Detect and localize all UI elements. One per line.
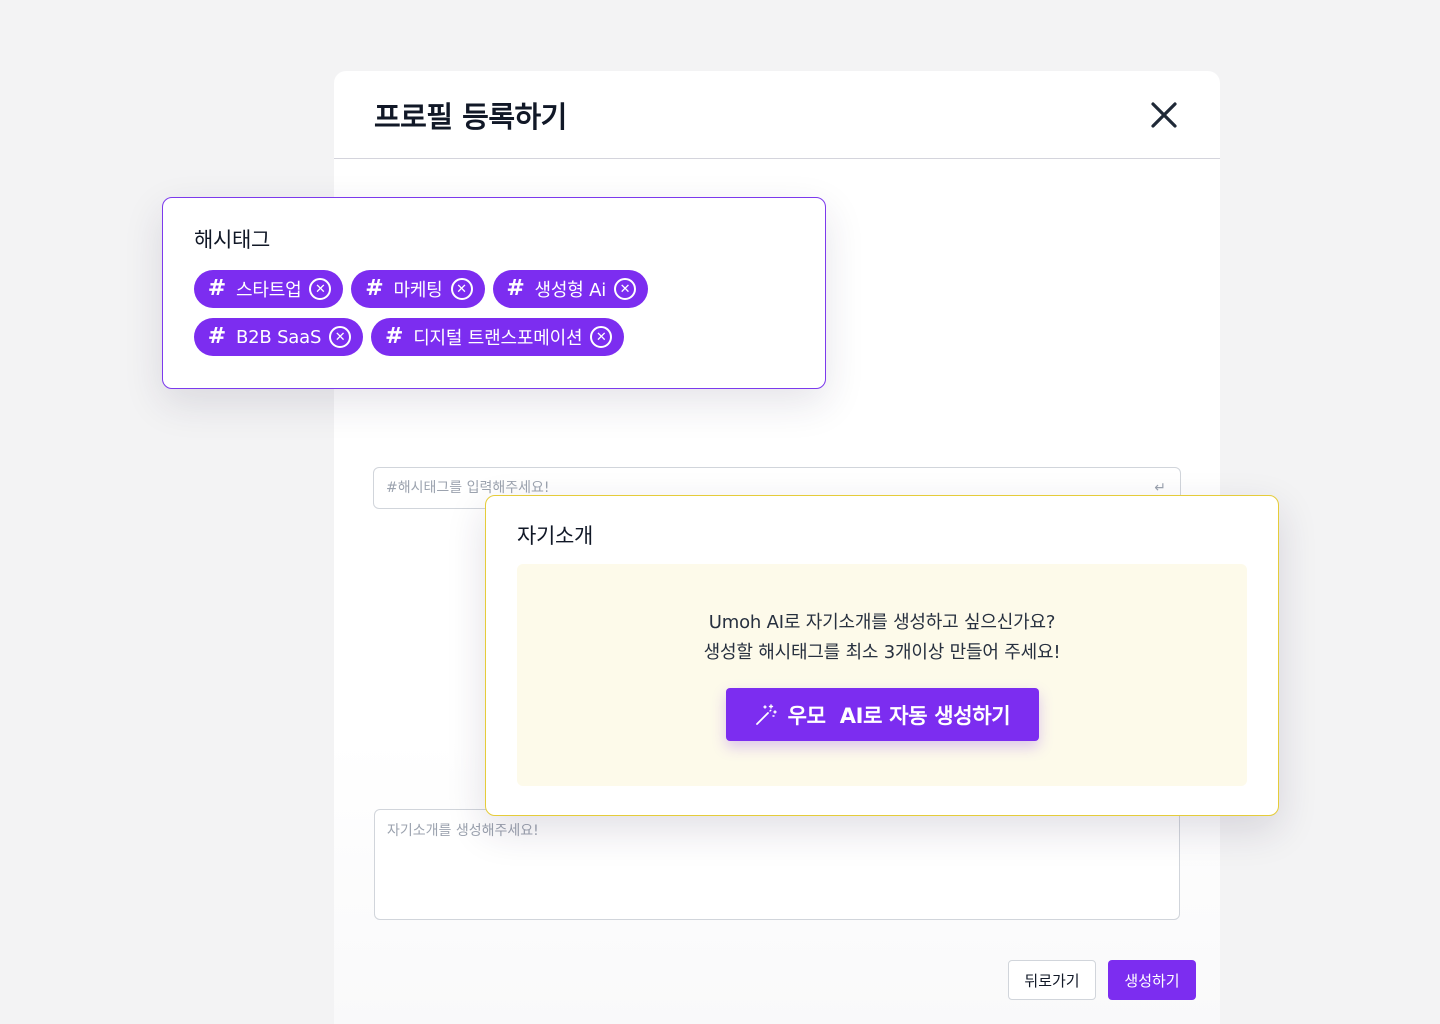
hashtag-card-title: 해시태그 xyxy=(194,228,271,252)
hashtag-chip[interactable]: # 생성형 Ai ✕ xyxy=(492,270,649,308)
ai-generate-label: 우모 AI로 자동 생성하기 xyxy=(787,703,1011,728)
close-icon[interactable] xyxy=(1148,99,1180,131)
hashtag-chip[interactable]: # B2B SaaS ✕ xyxy=(194,318,364,356)
intro-textarea[interactable] xyxy=(374,809,1180,920)
chip-row: # B2B SaaS ✕ # 디지털 트랜스포메이션 ✕ xyxy=(194,318,794,356)
back-button[interactable]: 뒤로가기 xyxy=(1008,960,1096,1000)
remove-chip-icon[interactable]: ✕ xyxy=(590,326,613,348)
hashtag-input[interactable] xyxy=(386,480,1106,496)
modal-header: 프로필 등록하기 xyxy=(334,71,1220,159)
modal-title: 프로필 등록하기 xyxy=(374,99,567,134)
ai-generate-button[interactable]: 우모 AI로 자동 생성하기 xyxy=(725,688,1039,741)
hash-icon: # xyxy=(207,324,227,349)
hashtag-chip[interactable]: # 스타트업 ✕ xyxy=(194,270,344,308)
hash-icon: # xyxy=(384,324,404,349)
enter-icon: ↵ xyxy=(1154,480,1166,496)
hash-icon: # xyxy=(365,276,384,301)
chip-label: 디지털 트랜스포메이션 xyxy=(413,328,583,349)
ai-prompt-line-1: Umoh AI로 자기소개를 생성하고 싶으신가요? xyxy=(708,612,1056,633)
remove-chip-icon[interactable]: ✕ xyxy=(614,278,637,300)
chip-label: B2B SaaS xyxy=(236,326,322,348)
ai-prompt-line-2: 생성할 해시태그를 최소 3개이상 만들어 주세요! xyxy=(703,642,1061,663)
remove-chip-icon[interactable]: ✕ xyxy=(450,278,473,300)
hash-icon: # xyxy=(207,276,227,301)
hashtag-card: 해시태그 # 스타트업 ✕ # 마케팅 ✕ # 생성형 Ai ✕ # B2B S… xyxy=(162,197,826,389)
magic-wand-icon xyxy=(755,703,777,725)
chip-label: 마케팅 xyxy=(393,280,443,301)
footer-buttons: 뒤로가기 생성하기 xyxy=(1008,960,1196,1000)
chip-label: 생성형 Ai xyxy=(534,280,607,301)
chip-label: 스타트업 xyxy=(236,280,302,301)
remove-chip-icon[interactable]: ✕ xyxy=(329,326,352,348)
chip-list: # 스타트업 ✕ # 마케팅 ✕ # 생성형 Ai ✕ # B2B SaaS ✕ xyxy=(194,270,794,356)
hashtag-chip[interactable]: # 마케팅 ✕ xyxy=(351,270,485,308)
chip-row: # 스타트업 ✕ # 마케팅 ✕ # 생성형 Ai ✕ xyxy=(194,270,794,308)
remove-chip-icon[interactable]: ✕ xyxy=(309,278,332,300)
hashtag-chip[interactable]: # 디지털 트랜스포메이션 ✕ xyxy=(371,318,625,356)
ai-prompt-panel: Umoh AI로 자기소개를 생성하고 싶으신가요? 생성할 해시태그를 최소 … xyxy=(517,564,1247,786)
create-button[interactable]: 생성하기 xyxy=(1108,960,1196,1000)
hash-icon: # xyxy=(506,276,525,301)
intro-card-title: 자기소개 xyxy=(517,524,594,548)
intro-card: 자기소개 Umoh AI로 자기소개를 생성하고 싶으신가요? 생성할 해시태그… xyxy=(485,495,1279,816)
